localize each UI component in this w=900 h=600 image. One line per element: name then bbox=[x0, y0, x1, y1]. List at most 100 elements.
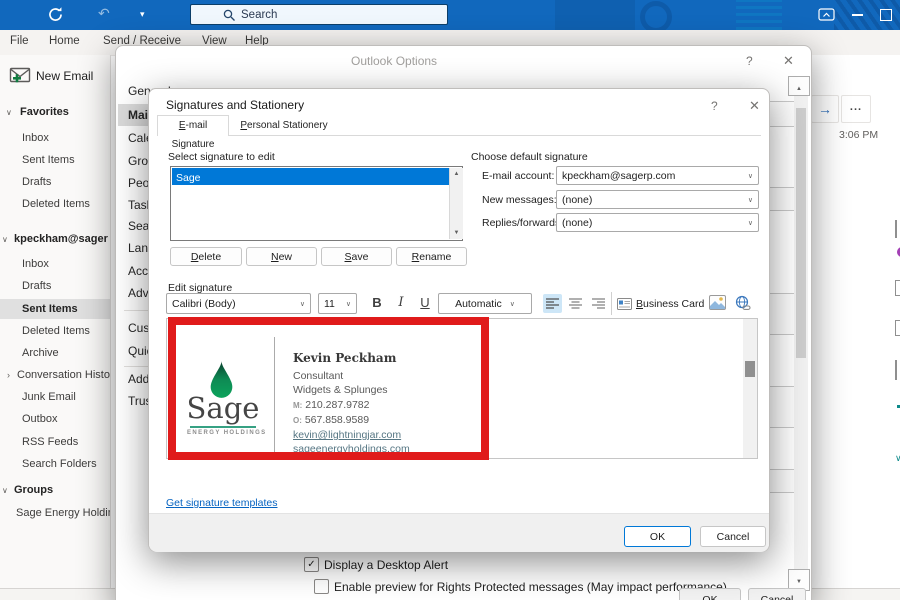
align-right-button[interactable] bbox=[589, 294, 608, 313]
chevron-down-icon[interactable]: ∨ bbox=[6, 108, 12, 117]
edge-icon[interactable]: ∨ bbox=[895, 453, 900, 464]
favorites-deleted-items[interactable]: Deleted Items bbox=[22, 198, 90, 210]
align-left-icon bbox=[546, 298, 559, 309]
options-partial-control bbox=[767, 469, 795, 493]
edge-icon[interactable] bbox=[895, 280, 900, 296]
chevron-right-icon[interactable]: › bbox=[7, 370, 10, 380]
italic-button[interactable]: I bbox=[391, 295, 411, 310]
delete-button[interactable]: Delete bbox=[170, 247, 242, 266]
options-close-button[interactable]: ✕ bbox=[783, 53, 794, 69]
account-junk-email[interactable]: Junk Email bbox=[22, 391, 76, 403]
account-search-folders[interactable]: Search Folders bbox=[22, 458, 97, 470]
listbox-scrollbar[interactable]: ▲ ▼ bbox=[449, 168, 463, 239]
edge-icon[interactable] bbox=[895, 220, 897, 238]
edit-area-scrollbar-thumb[interactable] bbox=[745, 361, 755, 377]
font-color-value: Automatic bbox=[455, 298, 502, 310]
ribbon-display-icon[interactable] bbox=[818, 8, 835, 27]
edge-icon[interactable] bbox=[895, 360, 897, 380]
maximize-button[interactable] bbox=[880, 9, 892, 21]
font-name-value: Calibri (Body) bbox=[172, 298, 236, 310]
tab-personal-stationery[interactable]: Personal Stationery bbox=[233, 115, 335, 136]
account-archive[interactable]: Archive bbox=[22, 347, 59, 359]
qat-caret-icon[interactable]: ▾ bbox=[140, 10, 145, 19]
business-card-button[interactable]: Business Card bbox=[636, 298, 704, 310]
account-deleted-items[interactable]: Deleted Items bbox=[22, 325, 90, 337]
desktop-alert-checkbox[interactable]: ✓ bbox=[304, 557, 319, 572]
signatures-dialog: Signatures and Stationery ? ✕ E-mail Sig… bbox=[148, 88, 770, 552]
account-outbox[interactable]: Outbox bbox=[22, 413, 57, 425]
minimize-button[interactable] bbox=[852, 14, 863, 16]
options-scrollbar-thumb[interactable] bbox=[796, 108, 806, 358]
chevron-down-icon[interactable]: ∨ bbox=[2, 235, 8, 244]
underline-button[interactable]: U bbox=[415, 295, 435, 310]
more-actions-button[interactable]: ... bbox=[841, 95, 871, 123]
favorites-header[interactable]: Favorites bbox=[20, 106, 69, 118]
options-help-button[interactable]: ? bbox=[746, 54, 753, 68]
undo-icon[interactable]: ↶ bbox=[98, 6, 110, 20]
replies-forwards-label: Replies/forwards: bbox=[482, 217, 563, 229]
insert-hyperlink-icon[interactable] bbox=[734, 295, 751, 316]
bold-button[interactable]: B bbox=[367, 295, 387, 310]
replies-forwards-dropdown[interactable]: (none) ∨ bbox=[556, 213, 759, 232]
rights-preview-checkbox[interactable] bbox=[314, 579, 329, 594]
get-signature-templates-link[interactable]: Get signature templates bbox=[166, 497, 277, 509]
account-inbox[interactable]: Inbox bbox=[22, 258, 49, 270]
scroll-up-button[interactable]: ▲ bbox=[788, 76, 810, 96]
account-sent-items[interactable]: Sent Items bbox=[22, 303, 78, 315]
font-name-dropdown[interactable]: Calibri (Body) ∨ bbox=[166, 293, 311, 314]
align-center-button[interactable] bbox=[566, 294, 585, 313]
favorites-sent-items[interactable]: Sent Items bbox=[22, 154, 75, 166]
account-header[interactable]: kpeckham@sager bbox=[14, 233, 108, 245]
signatures-close-button[interactable]: ✕ bbox=[749, 98, 760, 114]
account-drafts[interactable]: Drafts bbox=[22, 280, 51, 292]
align-left-button[interactable] bbox=[543, 294, 562, 313]
email-account-dropdown[interactable]: kpeckham@sagerp.com ∨ bbox=[556, 166, 759, 185]
tab-email-signature[interactable]: E-mail Signature bbox=[157, 115, 229, 136]
chevron-down-icon: ∨ bbox=[346, 300, 351, 308]
new-messages-value: (none) bbox=[562, 194, 592, 206]
group-sage-energy-holdings[interactable]: Sage Energy Holding bbox=[16, 507, 111, 519]
signature-listbox[interactable]: Sage ▲ ▼ bbox=[170, 166, 463, 241]
more-actions-icon: ... bbox=[850, 101, 862, 113]
save-button[interactable]: Save bbox=[321, 247, 392, 266]
rename-button[interactable]: Rename bbox=[396, 247, 467, 266]
titlebar-pattern bbox=[736, 0, 782, 30]
edge-icon[interactable] bbox=[895, 320, 900, 336]
signature-list-item-selected[interactable]: Sage bbox=[172, 168, 449, 185]
options-ok-button[interactable]: OK bbox=[679, 588, 741, 600]
scroll-down-icon[interactable]: ▼ bbox=[450, 230, 463, 236]
reading-pane: → ... 3:06 PM ∨ bbox=[808, 55, 900, 588]
options-partial-control bbox=[767, 386, 795, 428]
search-placeholder: Search bbox=[241, 9, 277, 21]
groups-header[interactable]: Groups bbox=[14, 484, 53, 496]
new-button[interactable]: New bbox=[246, 247, 317, 266]
edit-area-scrollbar[interactable] bbox=[743, 319, 757, 458]
choose-default-label: Choose default signature bbox=[471, 151, 588, 163]
forward-button[interactable]: → bbox=[811, 95, 839, 123]
chevron-down-icon[interactable]: ∨ bbox=[2, 486, 8, 495]
signatures-ok-button[interactable]: OK bbox=[624, 526, 691, 547]
favorites-inbox[interactable]: Inbox bbox=[22, 132, 49, 144]
font-color-dropdown[interactable]: Automatic ∨ bbox=[438, 293, 532, 314]
signatures-help-button[interactable]: ? bbox=[711, 99, 718, 113]
account-rss-feeds[interactable]: RSS Feeds bbox=[22, 436, 78, 448]
red-highlight-box bbox=[168, 317, 489, 460]
sync-icon[interactable] bbox=[47, 6, 64, 28]
signatures-dialog-title: Signatures and Stationery bbox=[166, 98, 304, 112]
tab-home[interactable]: Home bbox=[49, 35, 80, 47]
scroll-up-icon[interactable]: ▲ bbox=[450, 168, 463, 177]
options-cancel-button[interactable]: Cancel bbox=[748, 588, 806, 600]
signatures-cancel-button[interactable]: Cancel bbox=[700, 526, 766, 547]
font-size-dropdown[interactable]: 11 ∨ bbox=[318, 293, 357, 314]
favorites-drafts[interactable]: Drafts bbox=[22, 176, 51, 188]
align-center-icon bbox=[569, 298, 582, 309]
tab-file[interactable]: File bbox=[10, 35, 29, 47]
new-email-button[interactable]: New Email bbox=[8, 66, 108, 88]
insert-picture-icon[interactable] bbox=[709, 295, 726, 315]
account-conversation-history[interactable]: Conversation History bbox=[17, 369, 111, 381]
signature-item-label: Sage bbox=[172, 170, 201, 187]
new-messages-dropdown[interactable]: (none) ∨ bbox=[556, 190, 759, 209]
options-partial-control bbox=[767, 293, 795, 335]
search-box[interactable]: Search bbox=[190, 4, 448, 25]
options-partial-control bbox=[767, 187, 795, 211]
